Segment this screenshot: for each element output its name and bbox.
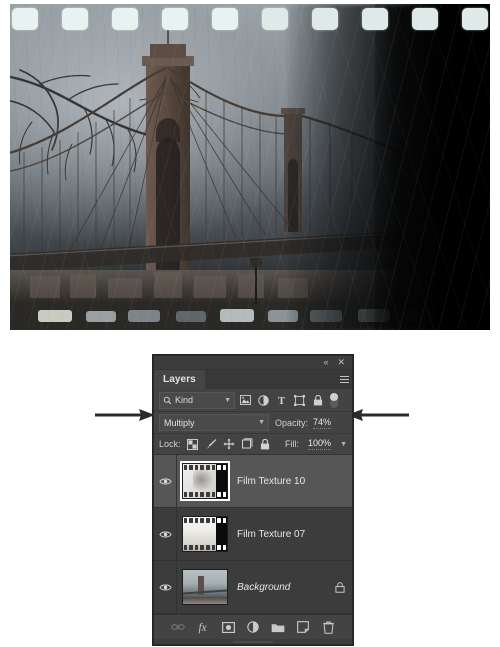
lock-label: Lock:: [159, 439, 181, 449]
panel-resize-grip[interactable]: [154, 639, 352, 644]
eye-icon: [158, 531, 172, 537]
background-thumb-graphic: [183, 570, 227, 604]
table-row[interactable]: Film Texture 07: [154, 508, 352, 561]
panel-menu-icon[interactable]: [336, 370, 352, 389]
filter-smart-objects-icon[interactable]: [310, 393, 325, 408]
blend-mode-select[interactable]: Multiply ▼: [159, 414, 269, 431]
panel-tab-strip: Layers: [154, 370, 352, 389]
new-layer-button[interactable]: [295, 619, 311, 635]
layer-thumbnail[interactable]: [182, 516, 228, 552]
new-group-button[interactable]: [270, 619, 286, 635]
tab-layers[interactable]: Layers: [154, 370, 205, 389]
filter-kind-select[interactable]: Kind ▼: [159, 391, 235, 409]
lock-transparent-pixels-icon[interactable]: [186, 437, 200, 451]
layer-thumbnail[interactable]: [180, 461, 230, 501]
chevron-down-icon[interactable]: ▼: [340, 441, 347, 448]
close-panel-icon[interactable]: ✕: [337, 358, 345, 367]
layer-list: Film Texture 10 Film Texture 07 Backgrou…: [154, 455, 352, 614]
new-adjustment-layer-button[interactable]: [245, 619, 261, 635]
eye-icon: [158, 478, 172, 484]
lock-fill-row: Lock: Fill: 100% ▼: [154, 434, 352, 455]
lock-image-pixels-icon[interactable]: [204, 437, 218, 451]
table-row[interactable]: Film Texture 10: [154, 455, 352, 508]
layer-lock-indicator: [328, 581, 352, 593]
filter-shape-layers-icon[interactable]: [292, 393, 307, 408]
chevron-down-icon: ▼: [224, 396, 231, 404]
layer-name[interactable]: Background: [233, 582, 328, 593]
opacity-label: Opacity:: [275, 417, 309, 428]
opacity-value[interactable]: 74%: [313, 417, 332, 429]
link-layers-button[interactable]: [170, 619, 186, 635]
add-layer-mask-button[interactable]: [220, 619, 236, 635]
collapse-panel-icon[interactable]: «: [323, 358, 328, 367]
hamburger-glyph: [339, 375, 349, 384]
layer-thumbnail[interactable]: [182, 569, 228, 605]
layer-thumbnail-cell: [177, 461, 233, 501]
layer-name[interactable]: Film Texture 07: [233, 529, 328, 540]
delete-layer-button[interactable]: [320, 619, 336, 635]
annotation-arrow-right: [347, 409, 409, 421]
search-icon: [163, 396, 172, 404]
layers-panel: « ✕ Layers Kind ▼ T Multiply ▼ Opacity: …: [153, 355, 353, 645]
annotation-arrow-left: [95, 409, 155, 421]
padlock-icon: [335, 581, 345, 593]
eye-icon: [158, 584, 172, 590]
lock-position-icon[interactable]: [222, 437, 236, 451]
canvas-area: [0, 0, 500, 340]
svg-text:T: T: [278, 395, 286, 406]
blend-opacity-row: Multiply ▼ Opacity: 74%: [154, 412, 352, 434]
document-photo[interactable]: [10, 4, 490, 330]
tab-strip-filler: [204, 370, 336, 389]
grip-bar: [233, 640, 273, 643]
film-grain-scratches: [10, 4, 490, 330]
chevron-down-icon: ▼: [258, 419, 265, 426]
layer-visibility-toggle[interactable]: [154, 455, 177, 507]
lock-all-icon[interactable]: [258, 437, 272, 451]
layer-thumbnail-cell: [177, 516, 233, 552]
layer-filter-row: Kind ▼ T: [154, 389, 352, 412]
filter-type-layers-icon[interactable]: T: [274, 393, 289, 408]
layer-visibility-toggle[interactable]: [154, 508, 177, 560]
svg-text:fx: fx: [199, 622, 207, 634]
fill-label: Fill:: [285, 439, 300, 449]
filter-pixel-layers-icon[interactable]: [238, 393, 253, 408]
panel-titlebar: « ✕: [154, 356, 352, 370]
layer-style-fx-button[interactable]: fx: [195, 619, 211, 635]
filter-kind-label: Kind: [175, 395, 194, 405]
layer-visibility-toggle[interactable]: [154, 561, 177, 613]
fill-value[interactable]: 100%: [308, 438, 332, 450]
lock-artboard-nesting-icon[interactable]: [240, 437, 254, 451]
layer-name[interactable]: Film Texture 10: [233, 476, 328, 487]
table-row[interactable]: Background: [154, 561, 352, 614]
blend-mode-value: Multiply: [164, 417, 195, 428]
filter-enable-toggle[interactable]: [330, 392, 338, 408]
layers-panel-toolbar: fx: [154, 614, 352, 639]
layer-thumbnail-cell: [177, 569, 233, 605]
filter-adjustment-layers-icon[interactable]: [256, 393, 271, 408]
